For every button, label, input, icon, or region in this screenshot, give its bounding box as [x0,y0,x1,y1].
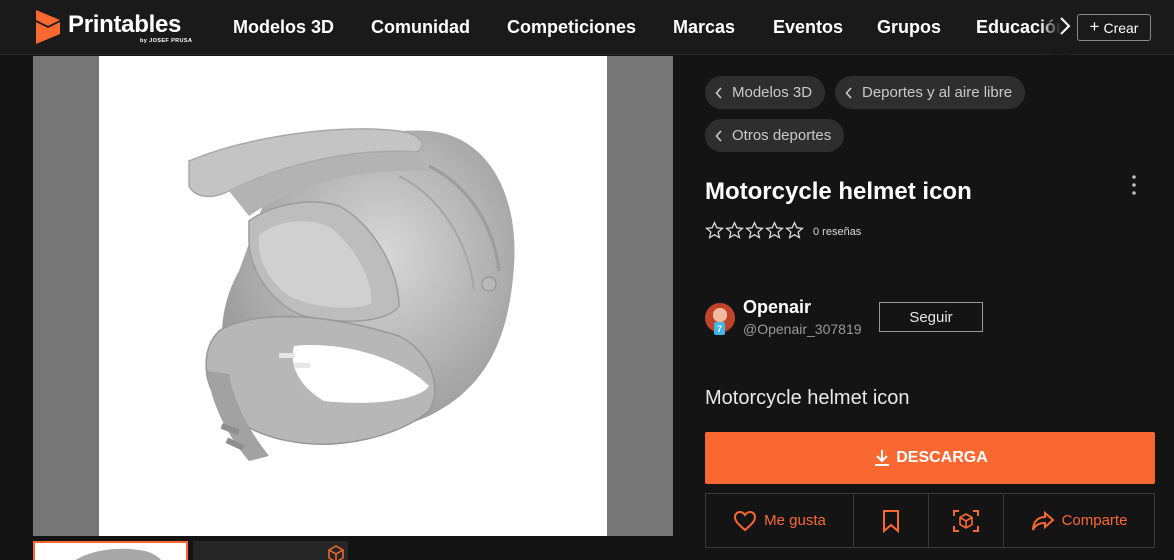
thumbnail-active[interactable] [33,541,188,560]
like-button-label: Me gusta [764,512,826,529]
brand-tagline: by JOSEF PRUSA [140,38,193,44]
helmet-render [188,128,515,461]
breadcrumb-label: Otros deportes [732,127,832,144]
star-icon[interactable] [785,221,804,240]
author-name[interactable]: Openair [743,297,811,318]
thumbnail-3d-view[interactable] [193,541,348,560]
star-icon[interactable] [765,221,784,240]
like-button[interactable]: Me gusta [706,494,854,547]
breadcrumb-modelos-3d[interactable]: Modelos 3D [705,76,826,109]
bookmark-icon [883,509,899,533]
chevron-left-icon [715,86,722,99]
download-icon [875,450,890,466]
nav-item-comunidad[interactable]: Comunidad [371,17,470,38]
model-summary: Motorcycle helmet icon [705,387,910,409]
model-title: Motorcycle helmet icon [705,178,972,205]
star-icon[interactable] [745,221,764,240]
create-button-label: Crear [1103,19,1139,36]
star-icon[interactable] [725,221,744,240]
breadcrumb-label: Modelos 3D [732,84,813,101]
breadcrumb-label: Deportes y al aire libre [862,84,1013,101]
chevron-right-icon[interactable] [1056,14,1074,38]
download-button[interactable]: DESCARGA [705,432,1155,484]
model-main-image[interactable] [99,56,607,536]
model-actions: Me gusta Comparte [705,493,1155,548]
nav-item-marcas[interactable]: Marcas [673,17,735,38]
printables-logo[interactable]: Printables by JOSEF PRUSA [36,9,206,47]
share-button-label: Comparte [1061,512,1128,529]
top-navigation-bar: Printables by JOSEF PRUSA Modelos 3D Com… [0,0,1174,55]
user-level-badge: 7 [714,322,725,335]
share-button[interactable]: Comparte [1004,494,1154,547]
cube-scan-icon [953,509,979,532]
reviews-count[interactable]: 0 reseñas [813,226,861,238]
more-options-icon[interactable] [1124,172,1144,198]
rating-stars[interactable] [705,221,804,240]
model-gallery[interactable] [33,56,673,536]
heart-icon [734,510,757,531]
nav-item-eventos[interactable]: Eventos [773,17,843,38]
main-nav: Modelos 3D Comunidad Competiciones Marca… [215,0,1070,55]
author-handle: @Openair_307819 [743,321,862,337]
chevron-left-icon [845,86,852,99]
helmet-thumbnail [75,548,161,560]
star-icon[interactable] [705,221,724,240]
share-icon [1031,510,1055,530]
nav-item-grupos[interactable]: Grupos [877,17,941,38]
download-button-label: DESCARGA [896,449,988,466]
follow-button[interactable]: Seguir [879,302,983,332]
create-button[interactable]: + Crear [1077,14,1151,41]
bookmark-button[interactable] [854,494,929,547]
view-3d-button[interactable] [929,494,1004,547]
nav-item-modelos-3d[interactable]: Modelos 3D [233,17,334,38]
breadcrumb-otros-deportes[interactable]: Otros deportes [705,119,845,152]
chevron-left-icon [715,129,722,142]
plus-icon: + [1089,17,1100,36]
breadcrumb-deportes[interactable]: Deportes y al aire libre [835,76,1026,109]
brand-name: Printables [68,11,182,38]
gallery-thumbnails [33,541,673,560]
printables-logo-icon [36,10,60,44]
nav-item-competiciones[interactable]: Competiciones [507,17,636,38]
cube-3d-icon[interactable] [327,545,345,560]
